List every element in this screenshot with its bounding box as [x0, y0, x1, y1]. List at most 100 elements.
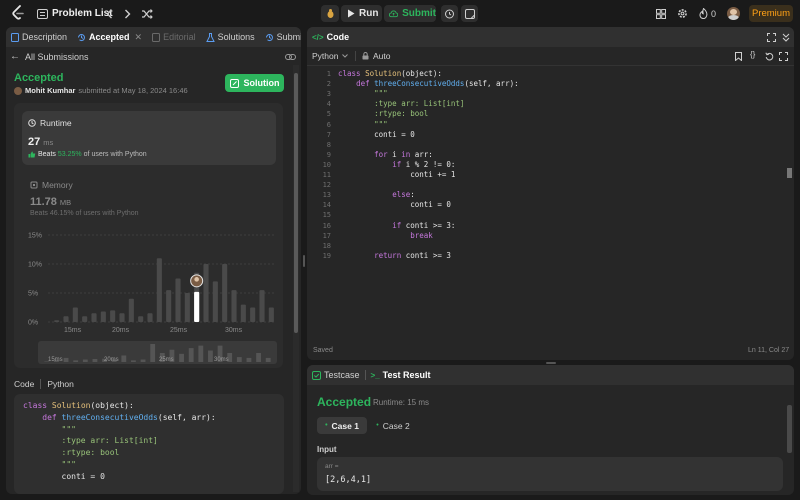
- solution-button[interactable]: Solution: [225, 74, 284, 92]
- y-tick-label: 5%: [28, 291, 38, 298]
- code-editor[interactable]: 1 class Solution(object): 2 def threeConse…: [307, 69, 777, 339]
- memory-header[interactable]: Memory: [30, 180, 73, 190]
- code-line[interactable]: def threeConsecutiveOdds(self, arr):: [338, 79, 519, 89]
- tab-solutions-label: Solutions: [217, 32, 255, 42]
- memory-chip-icon: [30, 181, 38, 189]
- settings-gear-icon[interactable]: [677, 8, 688, 19]
- chart-bar: [138, 316, 144, 322]
- tab-accepted[interactable]: Accepted ✕: [72, 32, 147, 43]
- auto-mode-toggle[interactable]: Auto: [362, 51, 391, 61]
- y-tick-label: 0%: [28, 320, 38, 327]
- result-scrollbar-thumb[interactable]: [787, 405, 792, 453]
- submitter-name[interactable]: Mohit Kumhar: [25, 86, 75, 95]
- code-line[interactable]: conti += 1: [338, 170, 455, 180]
- code-line[interactable]: class Solution(object):: [338, 69, 442, 79]
- maximize-icon[interactable]: [766, 32, 776, 42]
- mini-chart-bar: [131, 360, 136, 362]
- chart-bar: [128, 298, 134, 322]
- solution-button-label: Solution: [243, 78, 280, 88]
- shuffle-icon[interactable]: [140, 7, 153, 20]
- code-line[interactable]: if conti >= 3:: [338, 221, 455, 231]
- line-number: 12: [322, 181, 331, 190]
- left-scrollbar-thumb[interactable]: [294, 73, 298, 333]
- tab-code[interactable]: </> Code: [307, 32, 354, 42]
- code-line[interactable]: break: [338, 231, 433, 241]
- debug-button[interactable]: [321, 5, 339, 22]
- range-selector-chart[interactable]: 15ms 20ms 25ms 30ms: [38, 341, 277, 364]
- tab-submissions[interactable]: Submissions: [260, 32, 301, 42]
- chart-bar: [63, 316, 69, 322]
- runtime-card[interactable]: Runtime 27 ms Beats 53.25% of users with…: [22, 111, 276, 165]
- preview-code-line: :rtype: bool: [23, 448, 120, 458]
- result-runtime: Runtime: 15 ms: [373, 398, 430, 407]
- terminal-icon: >_: [370, 370, 380, 380]
- left-panel: Description Accepted ✕ Editorial Solutio…: [6, 27, 301, 494]
- divider: [355, 51, 356, 61]
- code-line[interactable]: for i in arr:: [338, 150, 433, 160]
- runtime-distribution-chart[interactable]: 15% 10% 5% 0% 15ms 20ms 25ms 30ms: [14, 225, 284, 343]
- left-scrollbar-track[interactable]: [293, 65, 299, 492]
- code-line[interactable]: """: [338, 120, 388, 130]
- leetcode-logo-icon[interactable]: [10, 5, 26, 21]
- tab-test-result-label: Test Result: [382, 370, 431, 380]
- fire-icon: [699, 8, 708, 19]
- document-icon: [11, 32, 19, 42]
- runtime-beats-prefix: Beats: [38, 151, 56, 158]
- case-2-tab[interactable]: • Case 2: [373, 417, 413, 434]
- code-line[interactable]: else:: [338, 190, 415, 200]
- code-line[interactable]: """: [338, 89, 388, 99]
- reset-icon[interactable]: [764, 51, 774, 61]
- case-1-tab[interactable]: • Case 1: [317, 417, 367, 434]
- code-line[interactable]: :rtype: bool: [338, 109, 428, 119]
- editor-scrollbar-thumb[interactable]: [787, 168, 792, 178]
- chevron-right-icon[interactable]: [121, 7, 133, 20]
- line-number: 4: [326, 100, 331, 109]
- tab-editorial[interactable]: Editorial: [147, 32, 201, 42]
- timer-button[interactable]: [441, 5, 458, 22]
- chart-bar: [184, 293, 190, 322]
- user-avatar-small: [14, 86, 22, 95]
- code-line[interactable]: return conti >= 3: [338, 251, 451, 261]
- tab-description[interactable]: Description: [6, 32, 72, 42]
- code-line[interactable]: conti = 0: [338, 200, 451, 210]
- y-tick-label: 10%: [28, 262, 42, 269]
- memory-beats: Beats 46.15% of users with Python: [30, 210, 139, 217]
- mini-chart-bar: [179, 353, 184, 362]
- premium-button[interactable]: Premium: [749, 5, 793, 22]
- tab-solutions[interactable]: Solutions: [201, 32, 260, 42]
- run-button[interactable]: Run: [341, 5, 382, 22]
- tab-description-label: Description: [22, 32, 68, 42]
- mini-chart-bar: [140, 359, 146, 362]
- code-line[interactable]: if i % 2 != 0:: [338, 160, 455, 170]
- edit-icon: [229, 78, 239, 88]
- tab-editorial-label: Editorial: [163, 32, 196, 42]
- all-submissions-link[interactable]: ← All Submissions: [10, 51, 89, 62]
- memory-value-row: 11.78 MB: [30, 196, 71, 208]
- horizontal-resize-handle[interactable]: [546, 362, 556, 364]
- streak-counter[interactable]: 0: [699, 8, 716, 19]
- layout-grid-icon[interactable]: [655, 8, 666, 19]
- fullscreen-icon[interactable]: [778, 51, 788, 61]
- y-tick-label: 15%: [28, 233, 42, 240]
- line-number: 19: [322, 251, 331, 260]
- x-tick-label: 20ms: [112, 327, 130, 334]
- link-icon[interactable]: [285, 51, 296, 62]
- code-line[interactable]: conti = 0: [338, 130, 415, 140]
- notes-button[interactable]: [461, 5, 478, 22]
- submit-button[interactable]: Submit: [384, 5, 436, 22]
- list-icon[interactable]: [36, 8, 48, 20]
- collapse-icon[interactable]: [781, 32, 791, 42]
- chevron-left-icon[interactable]: [103, 7, 115, 20]
- language-select[interactable]: Python: [312, 51, 349, 61]
- mini-chart-bar: [208, 350, 213, 362]
- tab-testcase[interactable]: Testcase: [307, 370, 365, 380]
- code-line[interactable]: :type arr: List[int]: [338, 99, 464, 109]
- user-avatar[interactable]: [727, 7, 740, 20]
- close-tab-icon[interactable]: ✕: [135, 32, 143, 43]
- runtime-value: 27: [28, 136, 41, 148]
- tab-test-result[interactable]: >_ Test Result: [366, 370, 436, 380]
- note-icon: [464, 8, 475, 19]
- panel-resize-handle[interactable]: [303, 255, 305, 267]
- bookmark-icon[interactable]: [734, 51, 743, 61]
- format-braces-icon[interactable]: {}: [750, 50, 755, 59]
